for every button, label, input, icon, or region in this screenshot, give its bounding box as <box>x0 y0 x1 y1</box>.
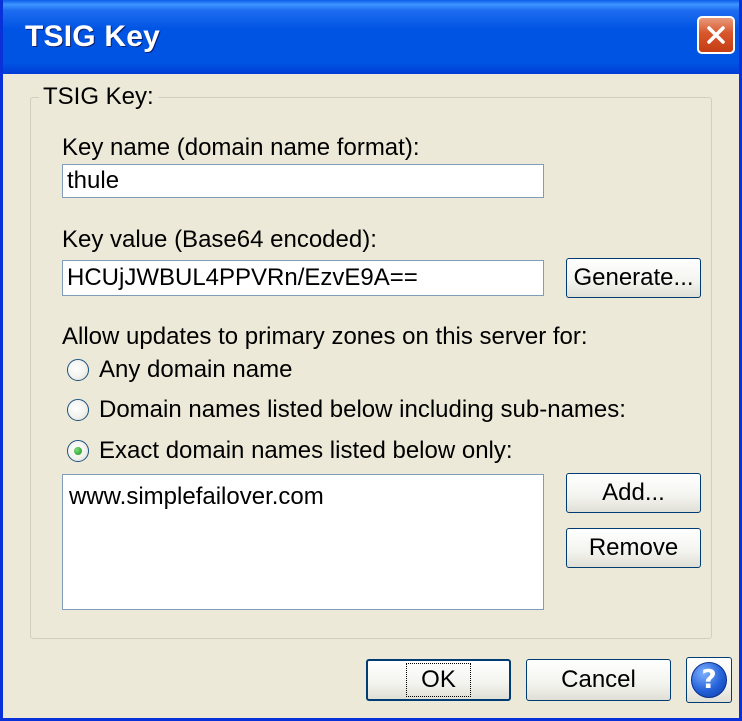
remove-button[interactable]: Remove <box>566 528 701 568</box>
domain-listbox[interactable]: www.simplefailover.com <box>62 474 544 610</box>
radio-button[interactable] <box>67 359 89 381</box>
key-value-input[interactable] <box>62 260 544 296</box>
key-name-label: Key name (domain name format): <box>62 134 420 161</box>
radio-selected-dot <box>74 447 82 455</box>
radio-button[interactable] <box>67 440 89 462</box>
radio-label: Any domain name <box>99 356 293 383</box>
radio-domain-including-subnames[interactable]: Domain names listed below including sub-… <box>67 396 626 424</box>
radio-exact-domain-only[interactable]: Exact domain names listed below only: <box>67 437 513 465</box>
list-item[interactable]: www.simplefailover.com <box>63 475 543 511</box>
window-title: TSIG Key <box>25 20 160 53</box>
cancel-button[interactable]: Cancel <box>526 659 671 701</box>
close-x-icon <box>707 26 725 44</box>
tsig-key-dialog: TSIG Key TSIG Key: Key name (domain name… <box>0 0 742 721</box>
radio-label: Domain names listed below including sub-… <box>99 396 626 423</box>
radio-button[interactable] <box>67 399 89 421</box>
ok-button-label: OK <box>406 663 471 697</box>
radio-any-domain[interactable]: Any domain name <box>67 356 292 384</box>
close-button[interactable] <box>697 16 735 54</box>
add-button[interactable]: Add... <box>566 473 701 513</box>
key-value-label: Key value (Base64 encoded): <box>62 226 377 253</box>
ok-button[interactable]: OK <box>366 659 511 701</box>
title-bar[interactable]: TSIG Key <box>3 0 739 74</box>
radio-label: Exact domain names listed below only: <box>99 437 513 464</box>
help-question-icon: ? <box>691 662 727 698</box>
key-name-input[interactable] <box>62 164 544 198</box>
allow-updates-label: Allow updates to primary zones on this s… <box>62 323 588 350</box>
generate-button[interactable]: Generate... <box>566 258 701 298</box>
groupbox-label: TSIG Key: <box>39 83 158 111</box>
help-button[interactable]: ? <box>686 657 732 703</box>
